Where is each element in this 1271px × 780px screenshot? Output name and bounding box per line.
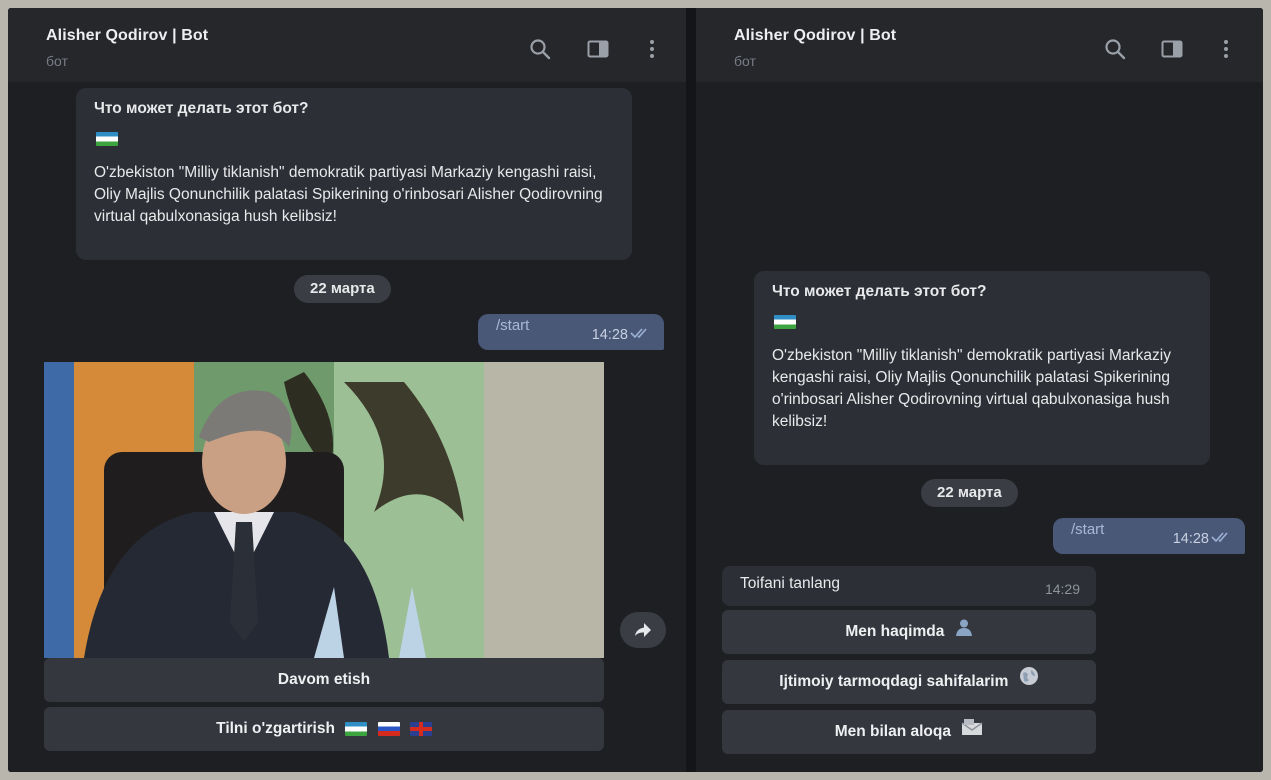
chat-title[interactable]: Alisher Qodirov | Bot [734, 27, 896, 45]
uz-flag [345, 707, 368, 751]
contact-me-button[interactable]: Men bilan aloqa [722, 710, 1096, 754]
user-icon [955, 610, 973, 654]
pane-divider [686, 8, 696, 772]
intro-body: O'zbekiston "Milliy tiklanish" demokrati… [772, 347, 1171, 430]
chat-pane-right: Alisher Qodirov | Bot бот Что может дела… [696, 8, 1263, 772]
double-check-icon [630, 328, 647, 338]
globe-icon [1019, 660, 1039, 704]
search-icon[interactable] [528, 37, 552, 61]
message-time: 14:28 [1172, 531, 1209, 547]
uz-flag [774, 311, 1192, 333]
share-button[interactable] [620, 612, 666, 648]
outgoing-message: /start 14:28 [478, 314, 664, 350]
bot-intro-message: Что может делать этот бот? O'zbekiston "… [76, 88, 632, 260]
chat-header: Alisher Qodirov | Bot бот [8, 8, 686, 82]
incoming-message: Toifani tanlang 14:29 [722, 566, 1096, 606]
more-vertical-icon[interactable] [1214, 37, 1238, 61]
change-language-label: Tilni o'zgartirish [216, 720, 335, 738]
share-icon [635, 623, 651, 637]
chat-subtitle: бот [734, 53, 756, 69]
contact-me-label: Men bilan aloqa [834, 723, 951, 741]
bot-photo[interactable] [44, 362, 604, 658]
envelope-icon [961, 710, 983, 754]
date-separator: 22 марта [921, 479, 1018, 507]
outgoing-text: /start [496, 317, 530, 334]
bot-intro-message: Что может делать этот бот? O'zbekiston "… [754, 271, 1210, 465]
chat-pane-left: Alisher Qodirov | Bot бот Что может дела… [8, 8, 686, 772]
intro-title: Что может делать этот бот? [772, 283, 987, 300]
date-separator: 22 марта [294, 275, 391, 303]
gb-flag [409, 707, 432, 751]
uz-flag [96, 128, 614, 150]
incoming-text: Toifani tanlang [740, 575, 840, 592]
message-time: 14:29 [1044, 581, 1080, 597]
about-me-label: Men haqimda [845, 623, 945, 641]
double-check-icon [1211, 532, 1228, 542]
sidebar-toggle-icon[interactable] [586, 37, 610, 61]
change-language-button[interactable]: Tilni o'zgartirish [44, 707, 604, 751]
outgoing-message: /start 14:28 [1053, 518, 1245, 554]
about-me-button[interactable]: Men haqimda [722, 610, 1096, 654]
outgoing-text: /start [1071, 521, 1105, 538]
social-pages-label: Ijtimoiy tarmoqdagi sahifalarim [779, 673, 1009, 691]
intro-body: O'zbekiston "Milliy tiklanish" demokrati… [94, 164, 603, 225]
more-vertical-icon[interactable] [640, 37, 664, 61]
chat-subtitle: бот [46, 53, 68, 69]
social-pages-button[interactable]: Ijtimoiy tarmoqdagi sahifalarim [722, 660, 1096, 704]
intro-title: Что может делать этот бот? [94, 100, 309, 117]
continue-label: Davom etish [277, 671, 371, 688]
telegram-screenshot: Alisher Qodirov | Bot бот Что может дела… [8, 8, 1263, 772]
continue-button[interactable]: Davom etish [44, 658, 604, 702]
chat-title[interactable]: Alisher Qodirov | Bot [46, 27, 208, 45]
sidebar-toggle-icon[interactable] [1160, 37, 1184, 61]
search-icon[interactable] [1103, 37, 1127, 61]
message-time: 14:28 [591, 327, 628, 343]
chat-header: Alisher Qodirov | Bot бот [696, 8, 1263, 82]
ru-flag [377, 707, 400, 751]
